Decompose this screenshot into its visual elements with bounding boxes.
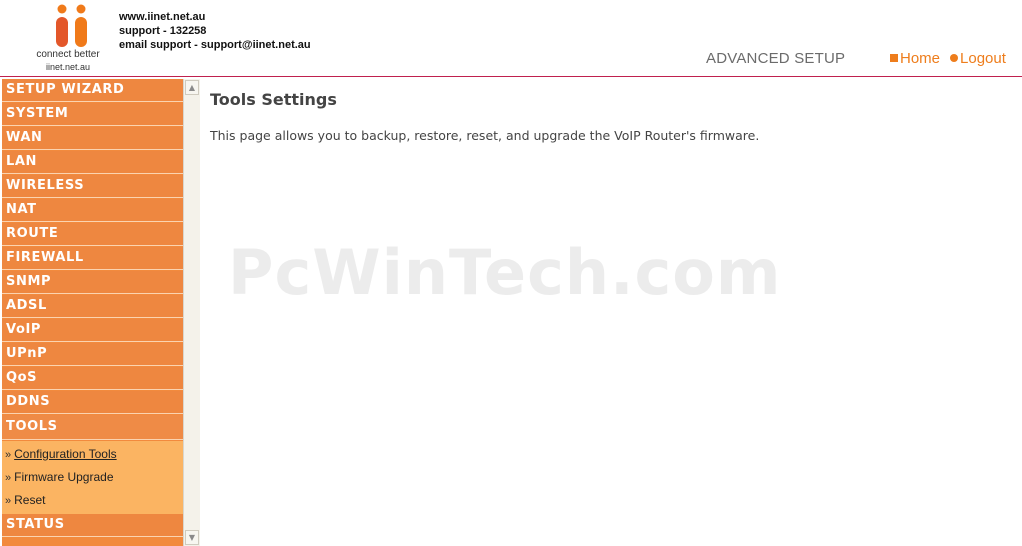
- page-title: Tools Settings: [210, 90, 337, 109]
- contact-email: email support - support@iinet.net.au: [119, 39, 311, 51]
- sidebar-scrollbar[interactable]: ▲ ▼: [183, 79, 200, 546]
- sidebar-item-status[interactable]: STATUS: [2, 514, 183, 537]
- watermark: PcWinTech.com: [228, 236, 782, 309]
- submenu-item-label: Configuration Tools: [14, 447, 117, 461]
- section-title: ADVANCED SETUP: [706, 50, 846, 67]
- sidebar-item-tools[interactable]: TOOLS: [2, 415, 183, 440]
- submenu-item-reset[interactable]: » Reset: [2, 489, 183, 512]
- sidebar-item-route[interactable]: ROUTE: [2, 223, 183, 246]
- sidebar-item-ddns[interactable]: DDNS: [2, 391, 183, 414]
- scroll-down-arrow-icon[interactable]: ▼: [185, 530, 199, 545]
- sidebar-item-wan[interactable]: WAN: [2, 127, 183, 150]
- header-divider: [0, 76, 1022, 77]
- round-bullet-icon: [950, 54, 959, 62]
- contact-support: support - 132258: [119, 25, 207, 37]
- sidebar-item-system[interactable]: SYSTEM: [2, 103, 183, 126]
- sidebar-menu: SETUP WIZARD SYSTEM WAN LAN WIRELESS NAT…: [2, 79, 183, 546]
- home-link[interactable]: Home: [900, 50, 940, 67]
- sidebar-item-nat[interactable]: NAT: [2, 199, 183, 222]
- scroll-up-arrow-icon[interactable]: ▲: [185, 80, 199, 95]
- submenu-item-label: Firmware Upgrade: [14, 470, 114, 484]
- sidebar-item-snmp[interactable]: SNMP: [2, 271, 183, 294]
- sidebar-item-adsl[interactable]: ADSL: [2, 295, 183, 318]
- header: connect better iinet.net.au www.iinet.ne…: [0, 0, 1022, 76]
- submenu-item-firmware-upgrade[interactable]: » Firmware Upgrade: [2, 466, 183, 489]
- chevron-right-icon: »: [5, 449, 12, 461]
- iinet-logo-icon: [56, 4, 87, 47]
- iinet-logo[interactable]: connect better iinet.net.au: [30, 4, 106, 72]
- contact-info: www.iinet.net.au support - 132258 email …: [119, 10, 311, 52]
- top-links: Home Logout: [890, 50, 1006, 67]
- logo-site: iinet.net.au: [45, 62, 91, 72]
- square-bullet-icon: [890, 54, 898, 62]
- sidebar-item-wireless[interactable]: WIRELESS: [2, 175, 183, 198]
- submenu-item-label: Reset: [14, 493, 46, 507]
- sidebar-item-upnp[interactable]: UPnP: [2, 343, 183, 366]
- contact-website: www.iinet.net.au: [119, 11, 206, 23]
- chevron-right-icon: »: [5, 472, 12, 484]
- chevron-right-icon: »: [5, 495, 12, 507]
- sidebar-item-firewall[interactable]: FIREWALL: [2, 247, 183, 270]
- main-content: Tools Settings This page allows you to b…: [210, 90, 1010, 143]
- sidebar-item-lan[interactable]: LAN: [2, 151, 183, 174]
- sidebar-item-voip[interactable]: VoIP: [2, 319, 183, 342]
- sidebar-item-qos[interactable]: QoS: [2, 367, 183, 390]
- tools-submenu: » Configuration Tools » Firmware Upgrade »…: [2, 441, 183, 514]
- sidebar-item-setup-wizard[interactable]: SETUP WIZARD: [2, 79, 183, 102]
- page-description: This page allows you to backup, restore,…: [210, 128, 760, 143]
- submenu-item-configuration-tools[interactable]: » Configuration Tools: [2, 443, 183, 466]
- logout-link[interactable]: Logout: [960, 50, 1006, 67]
- logo-tagline: connect better: [36, 49, 100, 60]
